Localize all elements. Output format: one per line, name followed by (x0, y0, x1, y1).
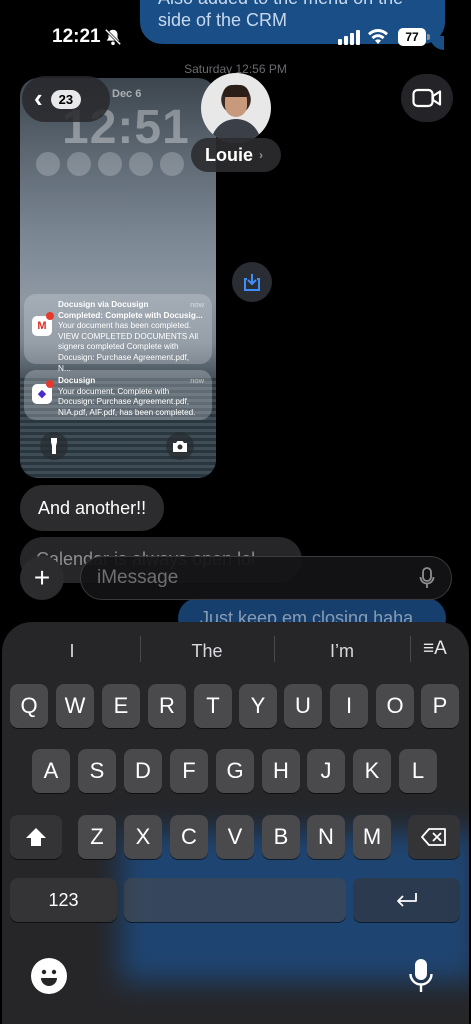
key-a[interactable]: A (32, 749, 70, 793)
suggestion-divider (274, 636, 275, 662)
numbers-key[interactable]: 123 (10, 878, 117, 922)
shift-arrow-icon (26, 828, 46, 846)
emoji-face-icon (33, 960, 65, 992)
save-image-button[interactable] (232, 262, 272, 302)
screenshot-image-message[interactable]: Dec 6 12:51 M now Docusign via Docusign … (20, 78, 216, 478)
notification-title: Docusign via Docusign (58, 300, 149, 309)
key-y[interactable]: Y (239, 684, 277, 728)
flashlight-icon (40, 432, 68, 460)
space-key[interactable] (124, 878, 346, 922)
backspace-icon (421, 828, 446, 846)
notification-time: now (190, 300, 204, 309)
plus-icon: + (33, 562, 51, 593)
contact-name-button[interactable]: Louie › (191, 138, 281, 172)
notification-body: Your document, Complete with Docusign: P… (58, 386, 196, 417)
suggestion-1[interactable]: I (32, 636, 112, 666)
chevron-right-icon: › (259, 148, 263, 162)
key-q[interactable]: Q (10, 684, 48, 728)
suggestion-3[interactable]: I’m (292, 636, 392, 666)
key-c[interactable]: C (170, 815, 208, 859)
notification-time: now (190, 376, 204, 385)
suggestion-divider (140, 636, 141, 662)
key-i[interactable]: I (330, 684, 368, 728)
apps-plus-button[interactable]: + (20, 556, 64, 600)
return-arrow-icon (396, 893, 417, 907)
key-n[interactable]: N (307, 815, 345, 859)
facetime-button[interactable] (401, 74, 453, 122)
return-key[interactable] (353, 878, 460, 922)
notification-card: ◆ now Docusign Your document, Complete w… (24, 370, 212, 420)
key-x[interactable]: X (124, 815, 162, 859)
key-e[interactable]: E (102, 684, 140, 728)
bubble-tail (430, 36, 444, 50)
bell-slash-icon (104, 28, 122, 46)
cellular-signal-icon (338, 30, 360, 45)
message-text: side of the CRM (158, 10, 288, 30)
delete-key[interactable] (408, 815, 460, 859)
key-p[interactable]: P (421, 684, 459, 728)
key-d[interactable]: D (124, 749, 162, 793)
battery-nub (427, 34, 430, 40)
key-l[interactable]: L (399, 749, 437, 793)
key-z[interactable]: Z (78, 815, 116, 859)
shift-key[interactable] (10, 815, 62, 859)
notification-card: M now Docusign via Docusign Completed: C… (24, 294, 212, 373)
camera-icon (166, 432, 194, 460)
battery-indicator: 77 (398, 28, 426, 46)
key-g[interactable]: G (216, 749, 254, 793)
notification-badge (46, 380, 54, 388)
contact-avatar[interactable] (201, 73, 271, 143)
message-text: Also added to the menu on the (158, 0, 403, 9)
notification-badge (46, 312, 54, 320)
unread-count-badge: 23 (50, 89, 82, 109)
key-j[interactable]: J (307, 749, 345, 793)
download-icon (244, 274, 260, 291)
lockscreen-widgets (36, 152, 184, 176)
incoming-message-bubble[interactable]: And another!! (20, 485, 165, 531)
chevron-left-icon: ‹ (34, 83, 43, 113)
key-r[interactable]: R (148, 684, 186, 728)
wifi-icon (368, 28, 388, 44)
microphone-icon[interactable] (419, 567, 435, 589)
suggestion-2[interactable]: The (157, 636, 257, 666)
status-time: 12:21 (52, 26, 101, 47)
key-t[interactable]: T (194, 684, 232, 728)
key-u[interactable]: U (284, 684, 322, 728)
notification-subtitle: Completed: Complete with Docusig... (58, 310, 203, 320)
key-h[interactable]: H (262, 749, 300, 793)
key-k[interactable]: K (353, 749, 391, 793)
key-m[interactable]: M (353, 815, 391, 859)
keyboard: I The I’m ≡A Q W E R T Y U I O P A S D F… (2, 622, 469, 1024)
key-w[interactable]: W (56, 684, 94, 728)
key-o[interactable]: O (376, 684, 414, 728)
key-v[interactable]: V (216, 815, 254, 859)
emoji-button[interactable] (31, 958, 67, 994)
suggestion-divider (410, 636, 411, 662)
dictation-microphone-icon[interactable] (408, 958, 434, 994)
text-format-icon[interactable]: ≡A (423, 638, 447, 660)
back-button[interactable]: ‹ 23 (22, 76, 110, 122)
notification-title: Docusign (58, 376, 96, 385)
message-input-container[interactable] (80, 556, 452, 600)
message-input[interactable] (97, 557, 397, 599)
contact-name: Louie (205, 144, 253, 165)
video-camera-icon (412, 88, 442, 108)
key-b[interactable]: B (262, 815, 300, 859)
key-s[interactable]: S (78, 749, 116, 793)
lockscreen-date: Dec 6 (112, 88, 142, 100)
key-f[interactable]: F (170, 749, 208, 793)
notification-body: Your document has been completed. VIEW C… (58, 321, 199, 373)
